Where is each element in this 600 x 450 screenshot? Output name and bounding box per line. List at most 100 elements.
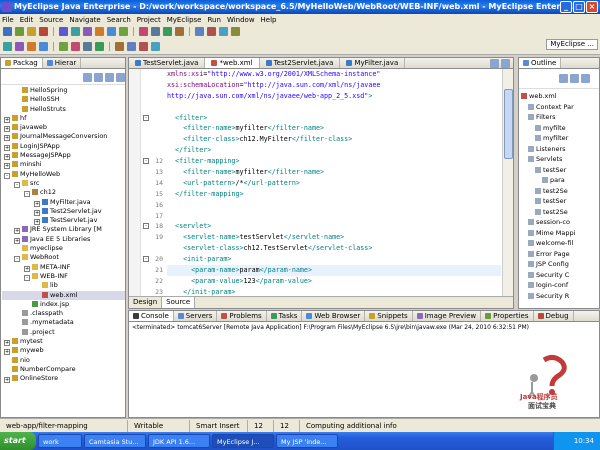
back-icon[interactable] [163, 27, 172, 36]
outline-item[interactable]: testSer [521, 165, 599, 176]
outline-item[interactable]: login-conf [521, 280, 599, 291]
outline-item[interactable]: test2Se [521, 207, 599, 218]
view-menu-icon[interactable] [105, 73, 114, 82]
tab-snippets[interactable]: Snippets [365, 311, 413, 321]
menu-search[interactable]: Search [107, 16, 131, 24]
new-icon[interactable] [3, 27, 12, 36]
tree-item[interactable]: + mytest [2, 337, 125, 347]
tab-web-browser[interactable]: Web Browser [302, 311, 366, 321]
outline-item[interactable]: Security C [521, 270, 599, 281]
outline-item[interactable]: myfilte [521, 123, 599, 134]
server-icon[interactable] [219, 27, 228, 36]
expand-icon[interactable]: + [4, 126, 10, 133]
minimize-button[interactable]: _ [560, 1, 572, 13]
expand-icon[interactable]: + [4, 135, 10, 142]
tree-item[interactable]: web.xml [2, 290, 125, 300]
search-icon[interactable] [139, 27, 148, 36]
tab-properties[interactable]: Properties [481, 311, 534, 321]
new-package-icon[interactable] [95, 27, 104, 36]
outline-item[interactable]: Security R [521, 291, 599, 302]
taskbar-button[interactable]: My JSP 'inde... [276, 434, 338, 448]
tree-item[interactable]: .mymetadata [2, 318, 125, 327]
collapse-icon[interactable]: - [4, 172, 10, 179]
expand-icon[interactable]: + [4, 154, 10, 161]
tree-item[interactable]: + Java EE 5 Libraries [2, 235, 125, 244]
tree-item[interactable]: + Test2Servlet.jav [2, 207, 125, 216]
menu-run[interactable]: Run [208, 16, 221, 24]
menu-edit[interactable]: Edit [20, 16, 34, 24]
tree-item[interactable]: + LoginJSPApp [2, 142, 125, 151]
tree-item[interactable]: + META-INF [2, 263, 125, 272]
expand-icon[interactable]: + [24, 265, 30, 272]
tree-item[interactable]: + MyFilter.java [2, 198, 125, 207]
print-icon[interactable] [27, 27, 36, 36]
outline-item[interactable]: myfilter [521, 133, 599, 144]
tree-item[interactable]: + TestServlet.jav [2, 216, 125, 226]
outline-item[interactable]: Listeners [521, 144, 599, 155]
link-with-editor-icon[interactable] [94, 73, 103, 82]
tree-item[interactable]: + javaweb [2, 123, 125, 133]
menu-myeclipse[interactable]: MyEclipse [167, 16, 202, 24]
tree-item[interactable]: HelloSSH [2, 95, 125, 104]
tree-item[interactable]: + OnlineStore [2, 374, 125, 384]
collapse-all-icon[interactable] [570, 74, 579, 83]
tree-item[interactable]: - ch12 [2, 188, 125, 198]
outline-item[interactable]: testSer [521, 196, 599, 207]
tree-item[interactable]: .classpath [2, 309, 125, 318]
tree-item[interactable]: + JournalMessageConversion [2, 132, 125, 142]
outline-item[interactable]: web.xml [521, 91, 599, 102]
minimize-icon[interactable] [116, 73, 125, 82]
expand-icon[interactable]: + [34, 219, 40, 226]
menu-project[interactable]: Project [137, 16, 161, 24]
nav-forward-icon[interactable] [15, 41, 24, 51]
outline-item[interactable]: JSP Config [521, 259, 599, 270]
nav-back-icon[interactable] [3, 41, 12, 51]
run-icon[interactable] [59, 27, 68, 36]
tab-packag[interactable]: Packag [1, 58, 43, 68]
menu-navigate[interactable]: Navigate [69, 16, 100, 24]
next-annotation-icon[interactable] [59, 41, 68, 51]
tree-item[interactable]: NumberCompare [2, 365, 125, 374]
pin-icon[interactable] [39, 41, 48, 51]
fold-toggle-icon[interactable]: - [143, 256, 149, 263]
taskbar-button[interactable]: Camtasia Stu... [84, 434, 146, 448]
scroll-thumb[interactable] [504, 89, 513, 159]
tree-item[interactable]: + minshi [2, 160, 125, 170]
menu-file[interactable]: File [2, 16, 14, 24]
tab-problems[interactable]: Problems [217, 311, 267, 321]
start-button[interactable]: start [0, 432, 36, 450]
prev-annotation-icon[interactable] [71, 41, 80, 51]
refresh-icon[interactable] [195, 27, 204, 36]
close-button[interactable]: × [586, 1, 598, 13]
fold-toggle-icon[interactable]: - [143, 114, 149, 121]
outline-item[interactable]: session-co [521, 217, 599, 228]
toggle-comment-icon[interactable] [151, 41, 160, 51]
tree-item[interactable]: .project [2, 328, 125, 337]
editor-tab[interactable]: MyFilter.java [340, 58, 406, 68]
tree-item[interactable]: myeclipse [2, 244, 125, 253]
deploy-icon[interactable] [207, 27, 216, 36]
expand-icon[interactable]: + [4, 349, 10, 356]
expand-icon[interactable]: + [4, 116, 10, 123]
open-type-icon[interactable] [119, 27, 128, 36]
outline-item[interactable]: para [521, 175, 599, 186]
save-icon[interactable] [15, 27, 24, 36]
maximize-button[interactable]: □ [573, 1, 585, 13]
history-forward-icon[interactable] [95, 41, 104, 51]
tree-item[interactable]: - WebRoot [2, 253, 125, 263]
collapse-icon[interactable]: - [14, 256, 20, 263]
editor-tab[interactable]: Test2Servlet.java [260, 58, 341, 68]
tree-item[interactable]: HelloSpring [2, 86, 125, 95]
tab-outline[interactable]: Outline [519, 58, 562, 68]
tree-item[interactable]: - WEB-INF [2, 272, 125, 281]
expand-icon[interactable]: + [34, 209, 40, 216]
expand-icon[interactable]: + [34, 200, 40, 207]
fold-toggle-icon[interactable]: - [143, 223, 149, 230]
history-back-icon[interactable] [83, 41, 92, 51]
tab-debug[interactable]: Debug [534, 311, 574, 321]
code-area[interactable]: xmlns:xsi="http://www.w3.org/2001/XMLSch… [167, 69, 501, 296]
collapse-all-icon[interactable] [83, 73, 92, 82]
fold-toggle-icon[interactable]: - [143, 158, 149, 165]
editor-tab[interactable]: *web.xml [205, 58, 260, 68]
outline-item[interactable]: Context Par [521, 102, 599, 113]
